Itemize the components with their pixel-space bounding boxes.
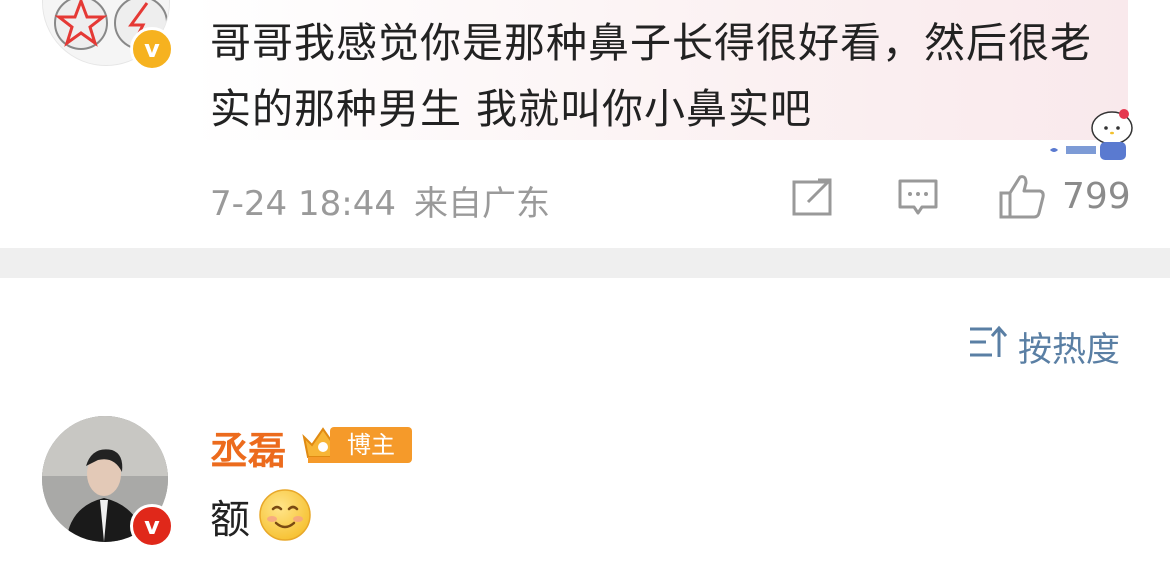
comment-text: 哥哥我感觉你是那种鼻子长得很好看，然后很老实的那种男生 我就叫你小鼻实吧	[210, 19, 1092, 133]
reply-text: 额	[210, 497, 250, 543]
like-count: 799	[1062, 176, 1131, 217]
sort-icon	[968, 325, 1008, 368]
sort-label: 按热度	[1018, 330, 1120, 370]
like-icon[interactable]	[998, 173, 1046, 223]
share-icon[interactable]	[792, 178, 834, 220]
blogger-badge: 博主	[330, 427, 412, 463]
comment-time: 7-24 18:44	[210, 184, 396, 224]
smile-emoji-icon	[258, 488, 312, 546]
section-divider	[0, 248, 1170, 278]
comment-meta: 7-24 18:44 来自广东	[210, 176, 550, 225]
verified-badge-icon: v	[130, 504, 174, 548]
username[interactable]: 丞磊	[210, 420, 286, 475]
comment-location: 来自广东	[413, 184, 550, 224]
sort-by-hot-button[interactable]: 按热度	[968, 322, 1120, 371]
comment-icon[interactable]	[897, 178, 939, 222]
verified-badge-icon: v	[130, 27, 174, 71]
